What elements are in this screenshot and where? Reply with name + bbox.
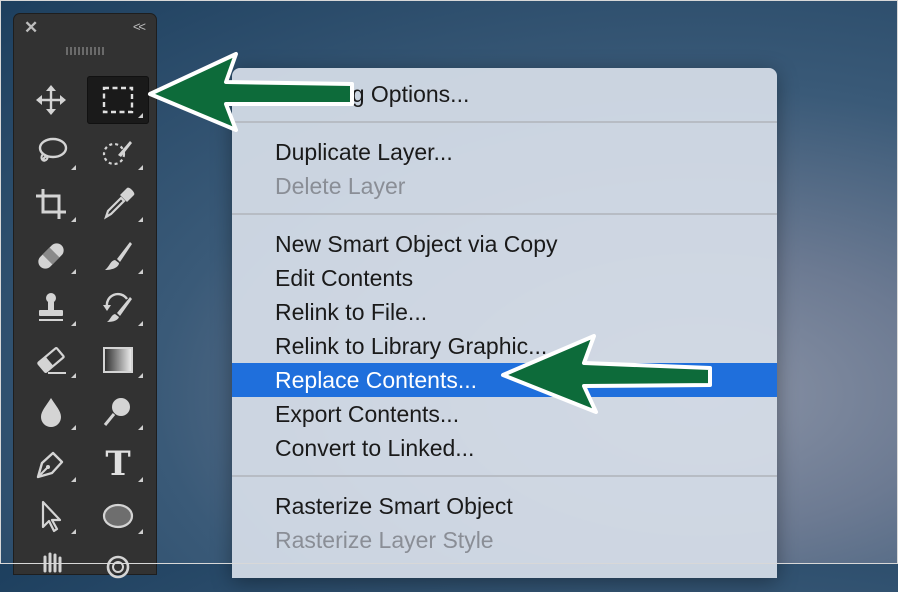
- history-brush-icon: [103, 292, 132, 322]
- collapse-panel-icon[interactable]: <<: [133, 19, 146, 34]
- gradient-icon: [103, 347, 133, 373]
- stamp-icon: [39, 293, 63, 321]
- clone-stamp-tool[interactable]: [20, 284, 82, 332]
- ellipse-tool[interactable]: [87, 492, 149, 540]
- crop-tool[interactable]: [20, 180, 82, 228]
- menu-separator: [232, 213, 777, 215]
- rectangular-marquee-tool[interactable]: [87, 76, 149, 124]
- marquee-icon: [102, 86, 134, 114]
- zoom-tool[interactable]: [87, 544, 149, 592]
- submenu-corner-icon: [71, 321, 76, 326]
- dodge-tool[interactable]: [87, 388, 149, 436]
- tools-panel-header: ✕ <<: [14, 14, 156, 44]
- dodge-icon: [103, 398, 130, 426]
- submenu-corner-icon: [138, 373, 143, 378]
- brush-icon: [105, 242, 132, 270]
- brush-tool[interactable]: [87, 232, 149, 280]
- lasso-tool[interactable]: [20, 128, 82, 176]
- eraser-tool[interactable]: [20, 336, 82, 384]
- type-tool[interactable]: T: [87, 440, 149, 488]
- eyedropper-icon: [104, 187, 135, 220]
- path-selection-tool[interactable]: [20, 492, 82, 540]
- submenu-corner-icon: [138, 477, 143, 482]
- submenu-corner-icon: [138, 321, 143, 326]
- lasso-icon: [38, 137, 68, 162]
- menu-item-delete-layer: Delete Layer: [275, 173, 406, 199]
- submenu-corner-icon: [71, 165, 76, 170]
- menu-item-export-contents[interactable]: Export Contents...: [232, 397, 777, 431]
- menu-item-rasterize-layer-style: Rasterize Layer Style: [275, 527, 494, 553]
- type-icon: T: [105, 444, 131, 484]
- bandage-icon: [38, 243, 64, 269]
- zoom-icon: [106, 555, 130, 579]
- submenu-corner-icon: [71, 529, 76, 534]
- submenu-corner-icon: [71, 269, 76, 274]
- submenu-corner-icon: [138, 269, 143, 274]
- submenu-corner-icon: [71, 373, 76, 378]
- eyedropper-tool[interactable]: [87, 180, 149, 228]
- menu-item-convert-to-linked[interactable]: Convert to Linked...: [232, 431, 777, 465]
- menu-item-relink-to-file[interactable]: Relink to File...: [232, 295, 777, 329]
- move-icon: [36, 85, 66, 115]
- blur-tool[interactable]: [20, 388, 82, 436]
- layer-context-menu: Blending Options... Duplicate Layer... D…: [232, 68, 777, 578]
- pen-icon: [36, 451, 64, 479]
- submenu-corner-icon: [71, 217, 76, 222]
- arrow-cursor-icon: [41, 500, 62, 533]
- submenu-corner-icon: [138, 529, 143, 534]
- ellipse-icon: [102, 503, 134, 529]
- quick-selection-icon: [102, 141, 132, 166]
- close-icon[interactable]: ✕: [24, 18, 38, 38]
- submenu-corner-icon: [71, 425, 76, 430]
- menu-separator: [232, 121, 777, 123]
- quick-selection-tool[interactable]: [87, 128, 149, 176]
- history-brush-tool[interactable]: [87, 284, 149, 332]
- crop-icon: [36, 189, 66, 219]
- submenu-corner-icon: [71, 477, 76, 482]
- menu-item-edit-contents[interactable]: Edit Contents: [232, 261, 777, 295]
- menu-item-blending-options[interactable]: Blending Options...: [232, 77, 777, 111]
- gradient-tool[interactable]: [87, 336, 149, 384]
- eraser-icon: [37, 346, 66, 374]
- drop-icon: [41, 398, 61, 427]
- tools-panel: ✕ << T: [14, 14, 156, 579]
- menu-separator: [232, 475, 777, 477]
- menu-item-new-smart-object-via-copy[interactable]: New Smart Object via Copy: [232, 227, 777, 261]
- panel-grip-icon[interactable]: [66, 47, 104, 55]
- healing-brush-tool[interactable]: [20, 232, 82, 280]
- submenu-corner-icon: [138, 165, 143, 170]
- pen-tool[interactable]: [20, 440, 82, 488]
- menu-item-rasterize-smart-object[interactable]: Rasterize Smart Object: [232, 489, 777, 523]
- hand-icon: [43, 552, 62, 573]
- menu-item-duplicate-layer[interactable]: Duplicate Layer...: [232, 135, 777, 169]
- submenu-corner-icon: [138, 425, 143, 430]
- submenu-corner-icon: [138, 113, 143, 118]
- hand-tool[interactable]: [20, 544, 82, 592]
- move-tool[interactable]: [20, 76, 82, 124]
- menu-item-replace-contents[interactable]: Replace Contents...: [232, 363, 777, 397]
- submenu-corner-icon: [138, 217, 143, 222]
- menu-item-relink-to-library-graphic[interactable]: Relink to Library Graphic...: [232, 329, 777, 363]
